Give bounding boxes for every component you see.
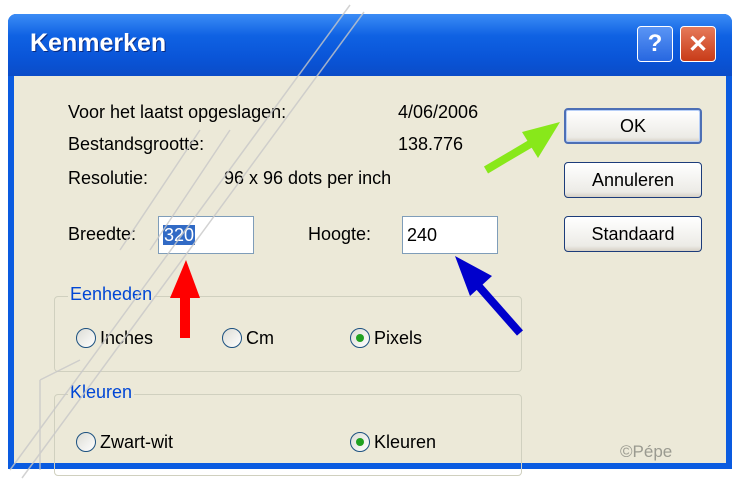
annotation-arrows bbox=[170, 122, 560, 338]
red-arrow-icon bbox=[170, 260, 200, 338]
green-arrow-icon bbox=[483, 122, 560, 174]
blue-arrow-icon bbox=[455, 256, 523, 336]
